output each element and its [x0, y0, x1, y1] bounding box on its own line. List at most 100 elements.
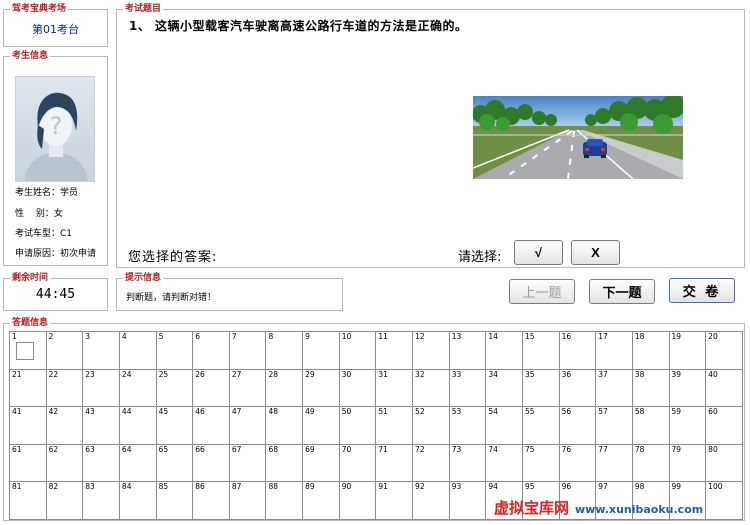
answer-cell-18[interactable]: 18: [631, 331, 670, 370]
answer-cell-43[interactable]: 43: [82, 406, 120, 445]
answer-cell-40[interactable]: 40: [705, 368, 743, 407]
answer-cell-69[interactable]: 69: [302, 443, 340, 482]
answer-cell-10[interactable]: 10: [338, 331, 377, 370]
answer-cell-66[interactable]: 66: [192, 443, 230, 482]
answer-cell-81[interactable]: 81: [9, 481, 47, 520]
answer-cell-number: 67: [231, 444, 242, 454]
answer-cell-85[interactable]: 85: [155, 481, 194, 520]
answer-cell-70[interactable]: 70: [338, 443, 377, 482]
answer-cell-56[interactable]: 56: [558, 406, 597, 445]
answer-cell-32[interactable]: 32: [412, 368, 450, 407]
previous-question-button[interactable]: 上一题: [509, 279, 575, 304]
answer-cell-27[interactable]: 27: [228, 368, 267, 407]
answer-cell-47[interactable]: 47: [228, 406, 267, 445]
submit-exam-button[interactable]: 交 卷: [669, 278, 735, 303]
answer-cell-5[interactable]: 5: [155, 331, 194, 370]
answer-cell-1[interactable]: 1: [9, 331, 47, 370]
answer-cell-91[interactable]: 91: [375, 481, 414, 520]
answer-cell-34[interactable]: 34: [485, 368, 523, 407]
answer-cell-46[interactable]: 46: [192, 406, 230, 445]
answer-cell-89[interactable]: 89: [302, 481, 340, 520]
answer-cell-57[interactable]: 57: [595, 406, 633, 445]
answer-wrong-button[interactable]: X: [571, 240, 620, 265]
answer-cell-59[interactable]: 59: [668, 406, 707, 445]
answer-cell-28[interactable]: 28: [265, 368, 304, 407]
answer-cell-86[interactable]: 86: [192, 481, 230, 520]
answer-cell-12[interactable]: 12: [412, 331, 450, 370]
answer-cell-31[interactable]: 31: [375, 368, 414, 407]
answer-cell-35[interactable]: 35: [521, 368, 560, 407]
answer-cell-84[interactable]: 84: [118, 481, 157, 520]
answer-cell-23[interactable]: 23: [82, 368, 120, 407]
answer-cell-2[interactable]: 2: [45, 331, 84, 370]
answer-cell-41[interactable]: 41: [9, 406, 47, 445]
answer-correct-button[interactable]: √: [514, 240, 563, 265]
answer-cell-68[interactable]: 68: [265, 443, 304, 482]
answer-cell-60[interactable]: 60: [705, 406, 743, 445]
next-question-button[interactable]: 下一题: [589, 279, 655, 304]
answer-cell-15[interactable]: 15: [521, 331, 560, 370]
answer-cell-61[interactable]: 61: [9, 443, 47, 482]
answer-cell-62[interactable]: 62: [45, 443, 84, 482]
answer-cell-92[interactable]: 92: [412, 481, 450, 520]
answer-cell-6[interactable]: 6: [192, 331, 230, 370]
answer-cell-50[interactable]: 50: [338, 406, 377, 445]
answer-cell-33[interactable]: 33: [448, 368, 487, 407]
answer-cell-65[interactable]: 65: [155, 443, 194, 482]
answer-cell-54[interactable]: 54: [485, 406, 523, 445]
answer-cell-58[interactable]: 58: [631, 406, 670, 445]
answer-cell-13[interactable]: 13: [448, 331, 487, 370]
answer-cell-80[interactable]: 80: [705, 443, 743, 482]
answer-cell-63[interactable]: 63: [82, 443, 120, 482]
answer-cell-19[interactable]: 19: [668, 331, 707, 370]
answer-cell-7[interactable]: 7: [228, 331, 267, 370]
answer-cell-71[interactable]: 71: [375, 443, 414, 482]
answer-cell-22[interactable]: 22: [45, 368, 84, 407]
answer-cell-87[interactable]: 87: [228, 481, 267, 520]
answer-cell-11[interactable]: 11: [375, 331, 414, 370]
answer-cell-88[interactable]: 88: [265, 481, 304, 520]
answer-cell-4[interactable]: 4: [118, 331, 157, 370]
answer-cell-83[interactable]: 83: [82, 481, 120, 520]
answer-cell-36[interactable]: 36: [558, 368, 597, 407]
answer-cell-67[interactable]: 67: [228, 443, 267, 482]
answer-cell-39[interactable]: 39: [668, 368, 707, 407]
answer-cell-75[interactable]: 75: [521, 443, 560, 482]
answer-cell-16[interactable]: 16: [558, 331, 597, 370]
answer-cell-17[interactable]: 17: [595, 331, 633, 370]
answer-cell-25[interactable]: 25: [155, 368, 194, 407]
answer-cell-45[interactable]: 45: [155, 406, 194, 445]
answer-cell-77[interactable]: 77: [595, 443, 633, 482]
answer-cell-73[interactable]: 73: [448, 443, 487, 482]
answer-cell-24[interactable]: 24: [118, 368, 157, 407]
answer-cell-100[interactable]: 100: [705, 481, 743, 520]
answer-cell-48[interactable]: 48: [265, 406, 304, 445]
answer-cell-26[interactable]: 26: [192, 368, 230, 407]
answer-cell-20[interactable]: 20: [705, 331, 743, 370]
answer-cell-78[interactable]: 78: [631, 443, 670, 482]
answer-cell-93[interactable]: 93: [448, 481, 487, 520]
answer-cell-38[interactable]: 38: [631, 368, 670, 407]
answer-cell-42[interactable]: 42: [45, 406, 84, 445]
answer-cell-64[interactable]: 64: [118, 443, 157, 482]
answer-cell-9[interactable]: 9: [302, 331, 340, 370]
answer-cell-3[interactable]: 3: [82, 331, 120, 370]
answer-cell-82[interactable]: 82: [45, 481, 84, 520]
answer-cell-8[interactable]: 8: [265, 331, 304, 370]
answer-cell-76[interactable]: 76: [558, 443, 597, 482]
answer-cell-74[interactable]: 74: [485, 443, 523, 482]
answer-cell-21[interactable]: 21: [9, 368, 47, 407]
answer-cell-79[interactable]: 79: [668, 443, 707, 482]
answer-cell-55[interactable]: 55: [521, 406, 560, 445]
answer-cell-29[interactable]: 29: [302, 368, 340, 407]
answer-cell-49[interactable]: 49: [302, 406, 340, 445]
answer-cell-72[interactable]: 72: [412, 443, 450, 482]
answer-cell-90[interactable]: 90: [338, 481, 377, 520]
answer-cell-52[interactable]: 52: [412, 406, 450, 445]
answer-cell-51[interactable]: 51: [375, 406, 414, 445]
answer-cell-30[interactable]: 30: [338, 368, 377, 407]
answer-cell-44[interactable]: 44: [118, 406, 157, 445]
answer-cell-37[interactable]: 37: [595, 368, 633, 407]
answer-cell-53[interactable]: 53: [448, 406, 487, 445]
answer-cell-14[interactable]: 14: [485, 331, 523, 370]
